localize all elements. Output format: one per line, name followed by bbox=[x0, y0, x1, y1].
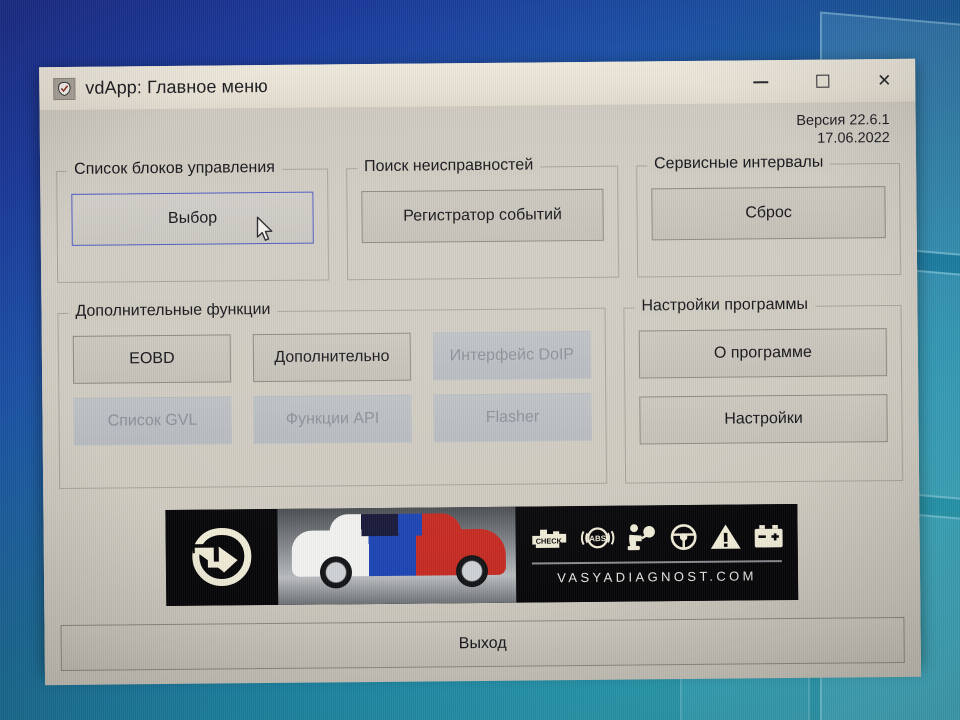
check-engine-icon: CHECK bbox=[531, 529, 566, 549]
extra-functions-grid: EOBD Дополнительно Интерфейс DoIP Список… bbox=[72, 331, 592, 474]
maximize-button[interactable] bbox=[791, 59, 853, 103]
car-roof bbox=[329, 513, 462, 537]
exit-button[interactable]: Выход bbox=[60, 617, 905, 672]
doip-interface-button: Интерфейс DoIP bbox=[432, 331, 592, 381]
program-settings-grid: О программе Настройки bbox=[638, 328, 888, 468]
app-shield-icon bbox=[53, 77, 76, 100]
car-wheel bbox=[455, 555, 489, 588]
group-title-extra-functions: Дополнительные функции bbox=[68, 301, 278, 322]
warning-lamp-icons: CHECK ABS bbox=[529, 519, 784, 555]
window-client-area: Версия 22.6.1 17.06.2022 Список блоков у… bbox=[39, 102, 922, 686]
gvl-list-button: Список GVL bbox=[73, 396, 232, 447]
battery-icon bbox=[754, 525, 783, 548]
window-title: vdApp: Главное меню bbox=[85, 76, 268, 98]
version-info: Версия 22.6.1 17.06.2022 bbox=[56, 103, 900, 155]
airbag-icon bbox=[627, 524, 655, 551]
window-controls: ✕ bbox=[729, 59, 915, 104]
steering-wheel-icon bbox=[670, 524, 697, 551]
desktop-background: vdApp: Главное меню ✕ Версия 22.6.1 17.0… bbox=[0, 0, 960, 720]
service-reset-button[interactable]: Сброс bbox=[651, 186, 886, 241]
abs-icon: ABS bbox=[580, 527, 614, 549]
banner-divider bbox=[531, 560, 782, 565]
settings-button[interactable]: Настройки bbox=[639, 394, 888, 445]
maximize-icon bbox=[815, 74, 829, 88]
vasyadiagnost-logo-icon bbox=[165, 509, 279, 607]
flasher-button: Flasher bbox=[433, 393, 592, 443]
group-title-fault-search: Поиск неисправностей bbox=[357, 156, 541, 177]
group-service-intervals: Сервисные интервалы Сброс bbox=[636, 153, 902, 278]
dashboard-icon-strip: CHECK ABS VASYADIAGNOST.COM bbox=[515, 504, 799, 603]
svg-text:CHECK: CHECK bbox=[535, 537, 562, 546]
minimize-icon bbox=[752, 80, 768, 83]
group-extra-functions: Дополнительные функции EOBD Дополнительн… bbox=[57, 301, 608, 490]
eobd-button[interactable]: EOBD bbox=[72, 334, 232, 385]
application-window: vdApp: Главное меню ✕ Версия 22.6.1 17.0… bbox=[39, 58, 922, 686]
api-functions-button: Функции API bbox=[253, 394, 412, 445]
event-logger-button[interactable]: Регистратор событий bbox=[361, 189, 604, 244]
minimize-button[interactable] bbox=[729, 60, 791, 104]
vasyadiagnost-banner: CHECK ABS VASYADIAGNOST.COM bbox=[165, 504, 799, 607]
group-program-settings: Настройки программы О программе Настройк… bbox=[623, 296, 904, 484]
group-title-service-intervals: Сервисные интервалы bbox=[646, 153, 831, 174]
skoda-car-photo bbox=[277, 506, 517, 606]
group-title-control-units: Список блоков управления bbox=[67, 159, 283, 180]
top-group-row: Список блоков управления Выбор Поиск неи… bbox=[56, 153, 902, 284]
additional-button[interactable]: Дополнительно bbox=[252, 332, 412, 383]
select-control-unit-button[interactable]: Выбор bbox=[71, 191, 314, 247]
group-title-program-settings: Настройки программы bbox=[634, 296, 816, 316]
car-wheel bbox=[319, 556, 353, 589]
group-fault-search: Поиск неисправностей Регистратор событий bbox=[346, 156, 620, 281]
about-button[interactable]: О программе bbox=[638, 328, 888, 379]
banner-website-text: VASYADIAGNOST.COM bbox=[557, 568, 757, 586]
warning-triangle-icon bbox=[710, 524, 741, 550]
close-button[interactable]: ✕ bbox=[853, 59, 915, 103]
svg-text:ABS: ABS bbox=[589, 534, 606, 543]
group-control-units: Список блоков управления Выбор bbox=[56, 159, 330, 284]
middle-group-row: Дополнительные функции EOBD Дополнительн… bbox=[57, 296, 904, 490]
close-icon: ✕ bbox=[877, 70, 892, 90]
